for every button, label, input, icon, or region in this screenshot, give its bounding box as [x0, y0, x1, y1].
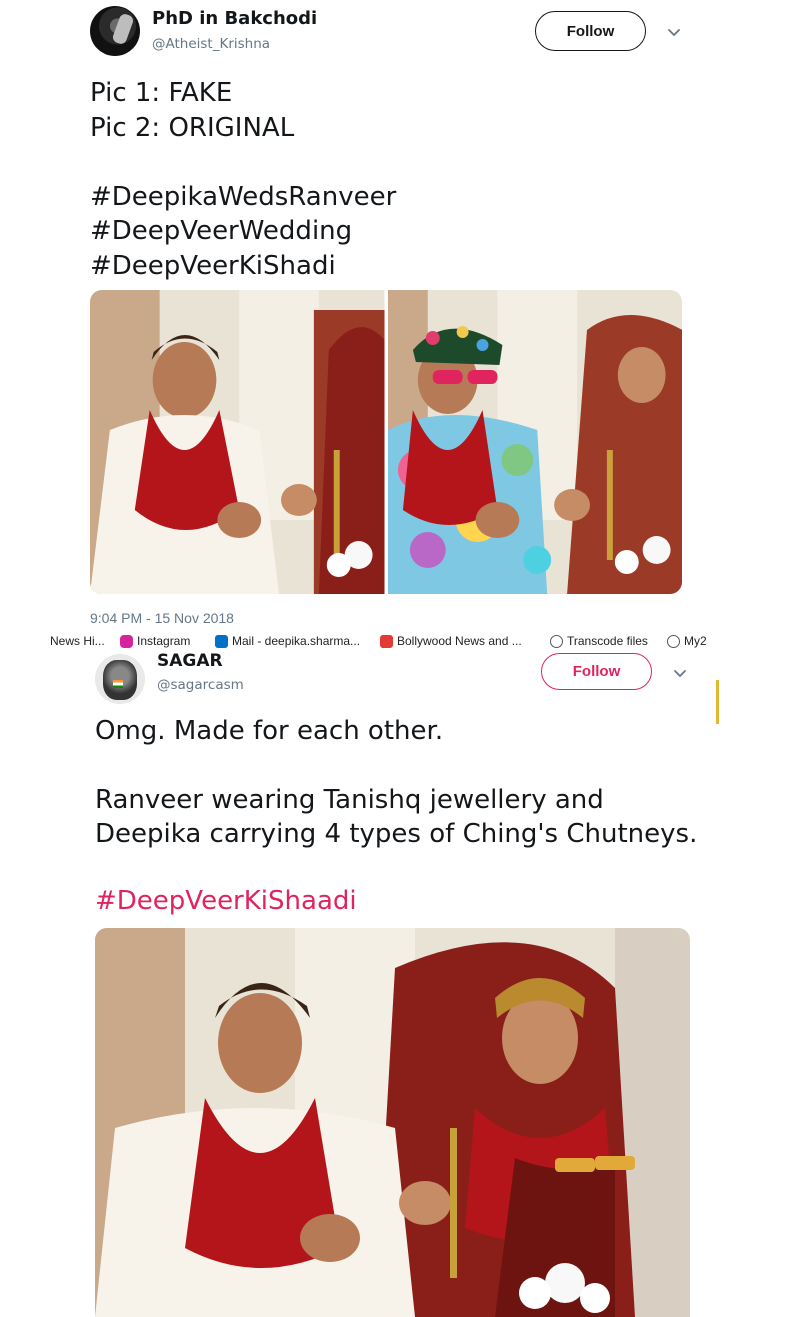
- chevron-down-icon[interactable]: [666, 24, 682, 40]
- tweet-text-line: [90, 145, 396, 180]
- bookmark-item[interactable]: Mail - deepika.sharma...: [215, 634, 360, 648]
- hashtag-link[interactable]: #DeepVeerWedding: [90, 214, 396, 249]
- follow-button[interactable]: Follow: [535, 11, 646, 51]
- bookmark-item[interactable]: News Hi...: [50, 634, 105, 648]
- bollywood-icon: [380, 634, 393, 648]
- hashtag-link[interactable]: #DeepVeerKiShaadi: [95, 884, 357, 918]
- bookmark-item[interactable]: My2: [667, 634, 707, 648]
- hashtag-link[interactable]: #DeepikaWedsRanveer: [90, 180, 396, 215]
- bookmark-label: Transcode files: [567, 634, 648, 648]
- tweet-media-grid[interactable]: [90, 290, 682, 594]
- globe-icon: [667, 634, 680, 648]
- bookmarks-bar: News Hi... Instagram Mail - deepika.shar…: [50, 634, 720, 650]
- user-handle[interactable]: @sagarcasm: [157, 677, 244, 693]
- wedding-photo-edited[interactable]: [387, 290, 682, 594]
- bookmark-label: Bollywood News and ...: [397, 634, 522, 648]
- user-handle[interactable]: @Atheist_Krishna: [152, 36, 270, 52]
- bookmark-item[interactable]: Bollywood News and ...: [380, 634, 522, 648]
- tweet-text-line: Deepika carrying 4 types of Ching's Chut…: [95, 819, 698, 849]
- avatar[interactable]: [90, 6, 140, 56]
- scrollbar-fragment: [716, 680, 719, 724]
- display-name[interactable]: PhD in Bakchodi: [152, 8, 317, 29]
- wedding-photo[interactable]: [95, 928, 690, 1317]
- follow-button[interactable]: Follow: [541, 653, 652, 690]
- hashtag-link[interactable]: #DeepVeerKiShadi: [90, 249, 396, 284]
- tweet-timestamp[interactable]: 9:04 PM - 15 Nov 2018: [90, 610, 234, 626]
- avatar[interactable]: [95, 654, 145, 704]
- bookmark-label: Instagram: [137, 634, 191, 648]
- bookmark-label: My2: [684, 634, 707, 648]
- tweet-text-line: Pic 2: ORIGINAL: [90, 112, 295, 143]
- tweet-text: Pic 1: FAKE Pic 2: ORIGINAL #DeepikaWedsRa…: [90, 76, 396, 283]
- bookmark-label: News Hi...: [50, 634, 105, 648]
- globe-icon: [550, 634, 563, 648]
- bookmark-item[interactable]: Instagram: [120, 634, 190, 648]
- bookmark-item[interactable]: Transcode files: [550, 634, 648, 648]
- instagram-icon: [120, 634, 133, 648]
- chevron-down-icon[interactable]: [672, 665, 688, 681]
- tweet-text-line: Pic 1: FAKE: [90, 78, 233, 108]
- mail-icon: [215, 634, 228, 648]
- tweet-text-line: Ranveer wearing Tanishq jewellery and: [95, 785, 604, 815]
- display-name[interactable]: SAGAR: [157, 651, 223, 671]
- wedding-photo-original[interactable]: [90, 290, 385, 594]
- tweet-text-line: Omg. Made for each other.: [95, 716, 444, 746]
- bookmark-label: Mail - deepika.sharma...: [232, 634, 361, 648]
